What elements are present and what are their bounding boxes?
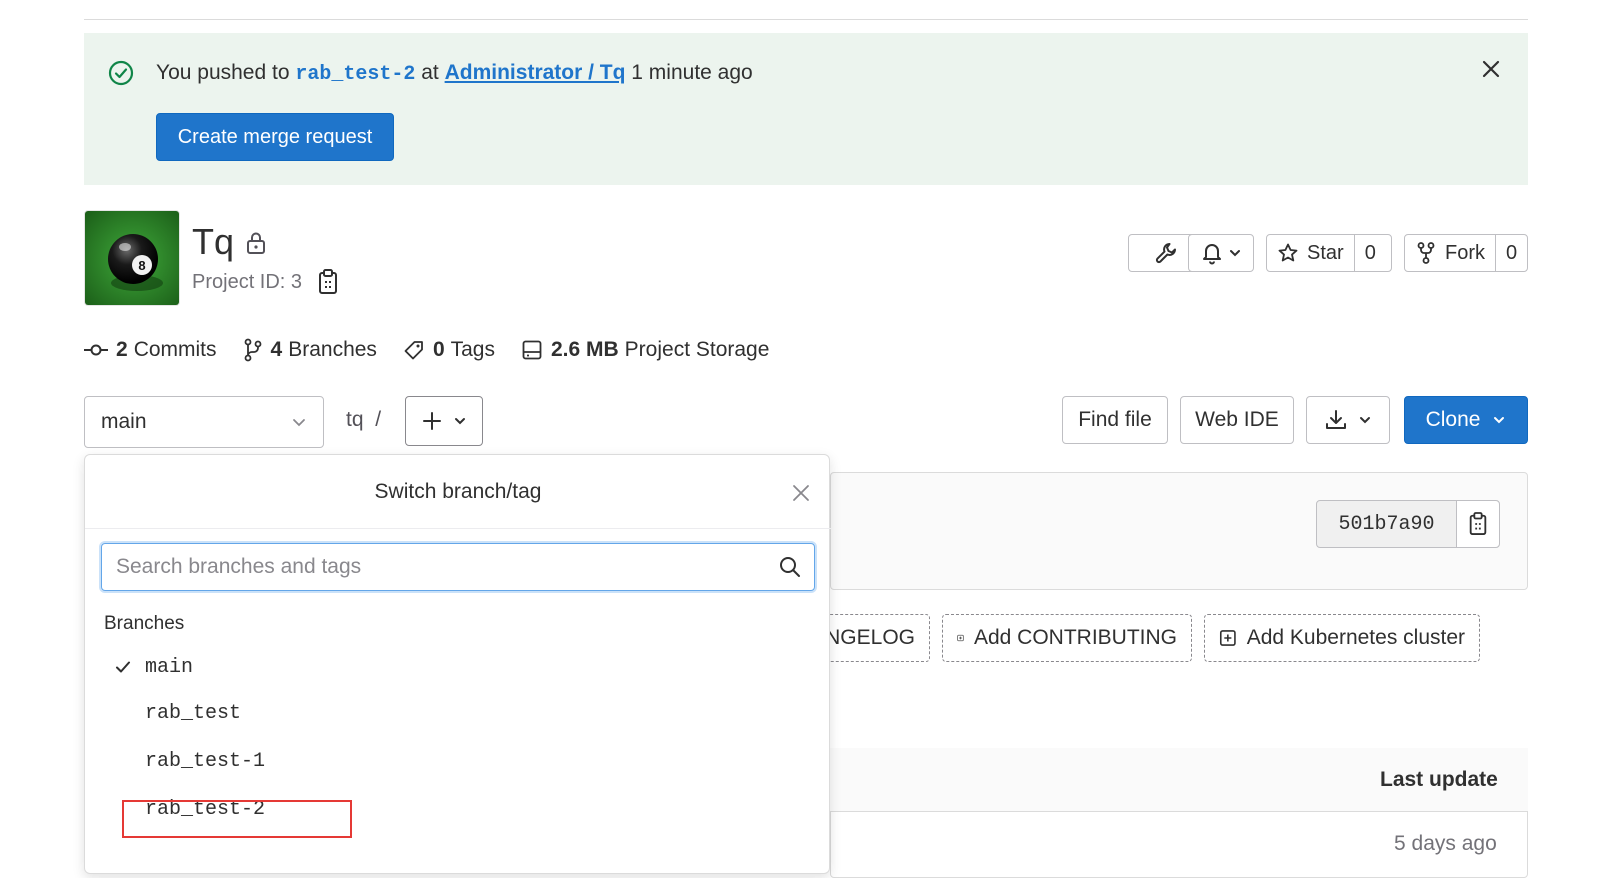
branches-section-label: Branches bbox=[104, 613, 185, 634]
branches-stat[interactable]: 4 Branches bbox=[243, 338, 377, 362]
alert-message: You pushed to rab_test-2 at Administrato… bbox=[156, 58, 753, 90]
branch-item-rab-test-1[interactable]: rab_test-1 bbox=[101, 739, 815, 783]
close-icon[interactable] bbox=[789, 481, 813, 505]
project-stats: 2 Commits 4 Branches 0 Tags 2.6 MB Proje… bbox=[84, 334, 795, 366]
add-contributing-button[interactable]: Add CONTRIBUTING bbox=[942, 614, 1192, 662]
path-root[interactable]: tq bbox=[346, 408, 364, 431]
copy-clipboard-icon[interactable] bbox=[316, 268, 340, 296]
check-icon bbox=[116, 661, 130, 673]
fork-count[interactable]: 0 bbox=[1495, 235, 1527, 271]
plus-square-icon bbox=[957, 634, 964, 642]
project-avatar: 8 bbox=[84, 210, 180, 306]
chevron-down-icon bbox=[1494, 417, 1505, 424]
download-dropdown-button[interactable] bbox=[1306, 396, 1390, 444]
storage-label: Project Storage bbox=[624, 338, 770, 361]
top-divider bbox=[84, 19, 1528, 20]
chevron-down-icon bbox=[1230, 250, 1240, 257]
commits-count: 2 bbox=[116, 338, 128, 361]
push-alert bbox=[84, 33, 1528, 185]
branch-name: rab_test-1 bbox=[145, 749, 266, 773]
commit-sha-group: 501b7a90 bbox=[1316, 500, 1500, 548]
branch-item-main[interactable]: main bbox=[101, 645, 815, 689]
plus-square-icon bbox=[1219, 630, 1236, 646]
create-merge-request-button[interactable]: Create merge request bbox=[156, 113, 394, 161]
add-changelog-label: NGELOG bbox=[825, 626, 915, 649]
search-icon bbox=[780, 557, 800, 577]
tags-count: 0 bbox=[432, 338, 445, 361]
alert-at: at bbox=[421, 61, 439, 84]
download-icon bbox=[1326, 410, 1346, 429]
star-icon bbox=[1278, 243, 1298, 262]
branch-selector[interactable]: main bbox=[84, 396, 324, 448]
highlight-annotation bbox=[122, 800, 352, 838]
fork-button[interactable]: Fork 0 bbox=[1404, 234, 1528, 272]
alert-prefix: You pushed to bbox=[156, 61, 290, 84]
storage-icon bbox=[522, 340, 542, 360]
alert-project-link[interactable]: Administrator / Tq bbox=[445, 61, 626, 84]
find-file-button[interactable]: Find file bbox=[1062, 396, 1168, 444]
add-kubernetes-cluster-button[interactable]: Add Kubernetes cluster bbox=[1204, 614, 1480, 662]
star-count[interactable]: 0 bbox=[1353, 235, 1386, 271]
alert-time: 1 minute ago bbox=[631, 61, 753, 84]
storage-stat[interactable]: 2.6 MB Project Storage bbox=[521, 338, 769, 362]
chevron-down-icon bbox=[455, 418, 465, 425]
copy-clipboard-icon bbox=[1469, 512, 1487, 536]
commit-icon bbox=[84, 344, 108, 356]
tag-icon bbox=[404, 341, 423, 360]
branch-search-input[interactable] bbox=[114, 554, 778, 580]
project-id: Project ID: 3 bbox=[192, 271, 303, 293]
clone-button[interactable]: Clone bbox=[1404, 396, 1528, 444]
last-update-header: Last update bbox=[1380, 768, 1498, 791]
notification-dropdown-button[interactable] bbox=[1188, 234, 1254, 272]
branch-search-box bbox=[101, 543, 815, 591]
path-separator: / bbox=[375, 408, 382, 431]
star-button[interactable]: Star 0 bbox=[1266, 234, 1392, 272]
tags-label: Tags bbox=[450, 338, 495, 361]
tags-stat[interactable]: 0 Tags bbox=[403, 338, 495, 362]
branch-icon bbox=[244, 338, 261, 362]
commits-stat[interactable]: 2 Commits bbox=[84, 338, 217, 362]
branches-label: Branches bbox=[288, 338, 377, 361]
storage-size: 2.6 MB bbox=[550, 338, 619, 361]
star-label: Star bbox=[1307, 241, 1344, 264]
check-circle-icon bbox=[108, 60, 134, 86]
branch-name: rab_test bbox=[145, 701, 242, 725]
file-row-time: 5 days ago bbox=[1394, 832, 1497, 855]
branches-count: 4 bbox=[270, 338, 283, 361]
add-kubernetes-cluster-label: Add Kubernetes cluster bbox=[1246, 626, 1465, 649]
close-icon[interactable] bbox=[1478, 56, 1504, 82]
clone-label: Clone bbox=[1425, 408, 1481, 431]
fork-label: Fork bbox=[1445, 241, 1485, 264]
chevron-down-icon bbox=[293, 419, 305, 427]
wrench-icon bbox=[1155, 243, 1176, 264]
copy-sha-button[interactable] bbox=[1457, 501, 1499, 547]
lock-icon bbox=[247, 232, 265, 254]
branch-item-rab-test[interactable]: rab_test bbox=[101, 691, 815, 735]
web-ide-button[interactable]: Web IDE bbox=[1180, 396, 1294, 444]
add-contributing-label: Add CONTRIBUTING bbox=[973, 626, 1177, 649]
commits-label: Commits bbox=[133, 338, 217, 361]
current-branch: main bbox=[101, 410, 147, 433]
dropdown-title: Switch branch/tag bbox=[85, 455, 831, 529]
chevron-down-icon bbox=[1360, 417, 1370, 424]
fork-icon bbox=[1417, 242, 1435, 264]
bell-icon bbox=[1203, 244, 1221, 265]
project-title: Tq bbox=[192, 221, 235, 262]
breadcrumb: tq / bbox=[346, 408, 381, 432]
alert-branch-name: rab_test-2 bbox=[295, 63, 416, 86]
plus-icon bbox=[423, 412, 441, 430]
svg-text:8: 8 bbox=[138, 258, 145, 273]
commit-sha[interactable]: 501b7a90 bbox=[1317, 501, 1457, 547]
add-file-dropdown-button[interactable] bbox=[405, 396, 483, 446]
branch-name: main bbox=[145, 655, 194, 679]
